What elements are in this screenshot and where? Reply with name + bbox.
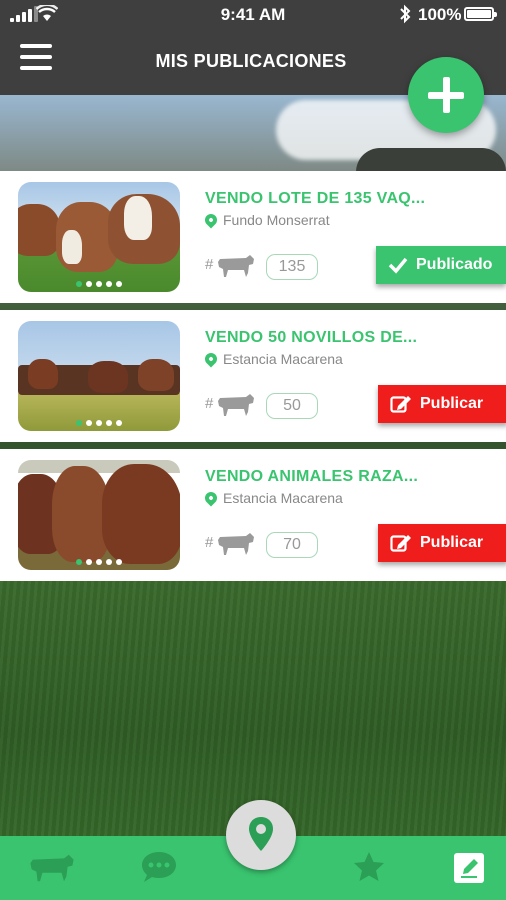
status-label: Publicar [420, 534, 484, 551]
edit-icon [390, 535, 411, 552]
status-bar: 9:41 AM 100% [0, 0, 506, 30]
hash-symbol: # [205, 256, 214, 273]
edit-icon [390, 396, 411, 413]
publication-card[interactable]: VENDO LOTE DE 135 VAQ... Fundo Monserrat… [0, 171, 506, 303]
publication-card[interactable]: VENDO ANIMALES RAZA... Estancia Macarena… [0, 449, 506, 581]
check-icon [388, 257, 408, 274]
background-grass [0, 580, 506, 836]
hash-symbol: # [205, 534, 214, 551]
location-icon [202, 489, 220, 507]
publication-title[interactable]: VENDO ANIMALES RAZA... [205, 468, 418, 486]
publication-location: Estancia Macarena [223, 351, 343, 367]
add-publication-button[interactable] [408, 57, 484, 133]
publication-location: Fundo Monserrat [223, 212, 330, 228]
publication-photo[interactable] [18, 321, 180, 431]
publication-title[interactable]: VENDO 50 NOVILLOS DE... [205, 329, 417, 347]
hash-symbol: # [205, 395, 214, 412]
map-pin-icon [249, 817, 273, 851]
cow-icon [218, 394, 254, 416]
publication-title[interactable]: VENDO LOTE DE 135 VAQ... [205, 190, 425, 208]
publication-location: Estancia Macarena [223, 490, 343, 506]
location-icon [202, 211, 220, 229]
star-icon[interactable] [352, 850, 386, 884]
status-label: Publicar [420, 395, 484, 412]
photo-pagination-dots [76, 559, 122, 565]
cow-icon [218, 255, 254, 277]
chat-icon[interactable] [140, 850, 178, 884]
bluetooth-icon [400, 4, 411, 24]
status-label: Publicado [416, 256, 493, 273]
battery-icon [464, 7, 497, 21]
animal-count: 50 [266, 393, 318, 419]
animal-count: 135 [266, 254, 318, 280]
background-hill [356, 148, 506, 172]
map-location-button[interactable] [226, 800, 296, 870]
cow-icon[interactable] [28, 852, 76, 884]
photo-pagination-dots [76, 420, 122, 426]
edit-icon[interactable] [453, 852, 485, 884]
publish-button[interactable]: Publicar [378, 524, 506, 562]
battery-percent: 100% [418, 5, 462, 24]
photo-pagination-dots [76, 281, 122, 287]
animal-count: 70 [266, 532, 318, 558]
location-icon [202, 350, 220, 368]
cow-icon [218, 533, 254, 555]
publish-button[interactable]: Publicar [378, 385, 506, 423]
published-status-button[interactable]: Publicado [376, 246, 506, 284]
publication-photo[interactable] [18, 182, 180, 292]
publication-card[interactable]: VENDO 50 NOVILLOS DE... Estancia Macaren… [0, 310, 506, 442]
publication-photo[interactable] [18, 460, 180, 570]
